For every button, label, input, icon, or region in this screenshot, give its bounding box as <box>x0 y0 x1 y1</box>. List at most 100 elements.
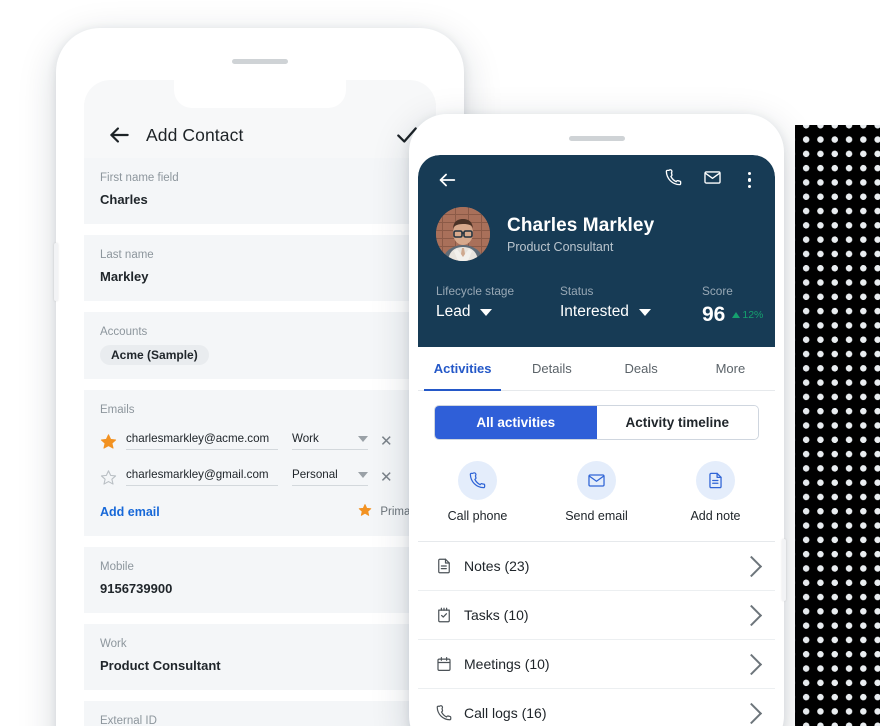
add-contact-topbar: Add Contact <box>84 80 436 158</box>
list-item-notes[interactable]: Notes (23) <box>418 542 775 591</box>
quick-actions: Call phone Send email Add note <box>418 455 775 542</box>
contact-action-bar <box>436 155 757 205</box>
segment-activity-timeline[interactable]: Activity timeline <box>596 406 758 439</box>
status-field[interactable]: Status Interested <box>560 283 702 327</box>
lifecycle-stage-field[interactable]: Lifecycle stage Lead <box>436 283 560 327</box>
chevron-right-icon <box>740 604 763 626</box>
field-label: Mobile <box>100 561 134 573</box>
quick-action-label: Call phone <box>447 509 508 523</box>
email-type-value: Work <box>292 432 319 445</box>
envelope-icon <box>577 461 616 500</box>
add-contact-screen: Add Contact First name field Charles Las… <box>84 80 436 726</box>
field-work[interactable]: Work Product Consultant <box>84 624 436 690</box>
envelope-icon[interactable] <box>703 168 722 192</box>
email-input[interactable]: charlesmarkley@gmail.com <box>126 468 278 486</box>
list-item-tasks[interactable]: Tasks (10) <box>418 591 775 640</box>
list-item-label: Notes (23) <box>464 558 530 574</box>
lifecycle-stage-label: Lifecycle stage <box>436 284 515 298</box>
add-email-link[interactable]: Add email <box>100 505 160 519</box>
page-title: Add Contact <box>146 125 244 145</box>
quick-action-add-note[interactable]: Add note <box>656 461 775 523</box>
arrow-left-icon[interactable] <box>436 169 458 191</box>
list-item-label: Tasks (10) <box>464 607 529 623</box>
note-icon <box>696 461 735 500</box>
email-row: charlesmarkley@acme.com Work ✕ <box>100 428 420 454</box>
status-value: Interested <box>560 303 629 320</box>
tab-more[interactable]: More <box>686 347 775 390</box>
tab-activities[interactable]: Activities <box>418 347 507 391</box>
field-label: First name field <box>100 172 179 184</box>
field-label: Work <box>100 638 127 650</box>
chevron-right-icon <box>740 702 763 724</box>
field-first-name[interactable]: First name field Charles <box>84 158 436 224</box>
star-filled-icon[interactable] <box>100 433 117 450</box>
email-type-select[interactable]: Personal <box>292 468 368 486</box>
field-label: Last name <box>100 249 154 261</box>
list-item-label: Meetings (10) <box>464 656 550 672</box>
calendar-icon <box>434 655 453 674</box>
field-external-id[interactable]: External ID 1135 <box>84 701 436 726</box>
chevron-down-icon <box>480 308 493 316</box>
contact-meta-row: Lifecycle stage Lead Status Interested S… <box>436 283 763 327</box>
list-item-call-logs[interactable]: Call logs (16) <box>418 689 775 726</box>
field-emails: Emails charlesmarkley@acme.com Work ✕ ch… <box>84 390 436 536</box>
phone-icon <box>458 461 497 500</box>
field-label: External ID <box>100 715 157 726</box>
activities-segmented-wrapper: All activities Activity timeline <box>418 391 775 455</box>
star-outline-icon[interactable] <box>100 469 117 486</box>
contact-tabs: Activities Details Deals More <box>418 347 775 391</box>
segment-all-activities[interactable]: All activities <box>435 406 597 439</box>
field-label: Emails <box>100 404 135 416</box>
contact-name-block: Charles Markley Product Consultant <box>507 215 654 254</box>
add-email-row: Add email Primary <box>100 503 420 520</box>
mockup-stage: Add Contact First name field Charles Las… <box>0 0 880 726</box>
chevron-down-icon <box>638 308 651 316</box>
field-mobile[interactable]: Mobile 9156739900 <box>84 547 436 613</box>
score-delta: 12% <box>732 309 763 321</box>
tab-details[interactable]: Details <box>507 347 596 390</box>
volume-side-button[interactable] <box>54 243 58 301</box>
field-last-name[interactable]: Last name Markley <box>84 235 436 301</box>
field-value: 9156739900 <box>100 581 173 596</box>
account-chip[interactable]: Acme (Sample) <box>100 345 209 365</box>
chevron-down-icon <box>358 436 368 442</box>
field-value: Product Consultant <box>100 658 221 673</box>
email-row: charlesmarkley@gmail.com Personal ✕ <box>100 464 420 490</box>
close-icon[interactable]: ✕ <box>380 470 393 485</box>
list-item-label: Call logs (16) <box>464 705 547 721</box>
earpiece-speaker-bar <box>568 136 625 141</box>
display-notch-cutout <box>174 80 346 108</box>
close-icon[interactable]: ✕ <box>380 434 393 449</box>
quick-action-send-email[interactable]: Send email <box>537 461 656 523</box>
contact-header: Charles Markley Product Consultant Lifec… <box>418 155 775 347</box>
power-side-button[interactable] <box>782 539 786 601</box>
phone-device-contact-detail: Charles Markley Product Consultant Lifec… <box>409 114 786 726</box>
quick-action-label: Send email <box>565 509 628 523</box>
phone-icon <box>434 704 453 723</box>
earpiece-speaker-bar <box>232 59 288 64</box>
quick-action-label: Add note <box>690 509 741 523</box>
activity-list: Notes (23) Tasks (10) Meetings (10) Call… <box>418 542 775 726</box>
contact-name: Charles Markley <box>507 214 655 236</box>
phone-icon[interactable] <box>664 168 683 192</box>
quick-action-call-phone[interactable]: Call phone <box>418 461 537 523</box>
chevron-down-icon <box>358 472 368 478</box>
add-contact-form: First name field Charles Last name Markl… <box>84 158 436 726</box>
field-accounts[interactable]: Accounts Acme (Sample) <box>84 312 436 379</box>
email-input[interactable]: charlesmarkley@acme.com <box>126 432 278 450</box>
score-field: Score 96 12% <box>702 283 763 327</box>
task-checklist-icon <box>434 606 453 625</box>
chevron-right-icon <box>740 555 763 577</box>
kebab-menu-icon[interactable] <box>742 170 757 190</box>
email-type-select[interactable]: Work <box>292 432 368 450</box>
tab-deals[interactable]: Deals <box>597 347 686 390</box>
note-icon <box>434 557 453 576</box>
triangle-up-icon <box>732 312 741 318</box>
field-value: Markley <box>100 269 149 284</box>
score-label: Score <box>702 284 733 298</box>
list-item-meetings[interactable]: Meetings (10) <box>418 640 775 689</box>
arrow-left-icon[interactable] <box>106 122 132 148</box>
lifecycle-stage-value: Lead <box>436 303 471 320</box>
avatar <box>436 207 490 261</box>
field-label: Accounts <box>100 326 148 338</box>
